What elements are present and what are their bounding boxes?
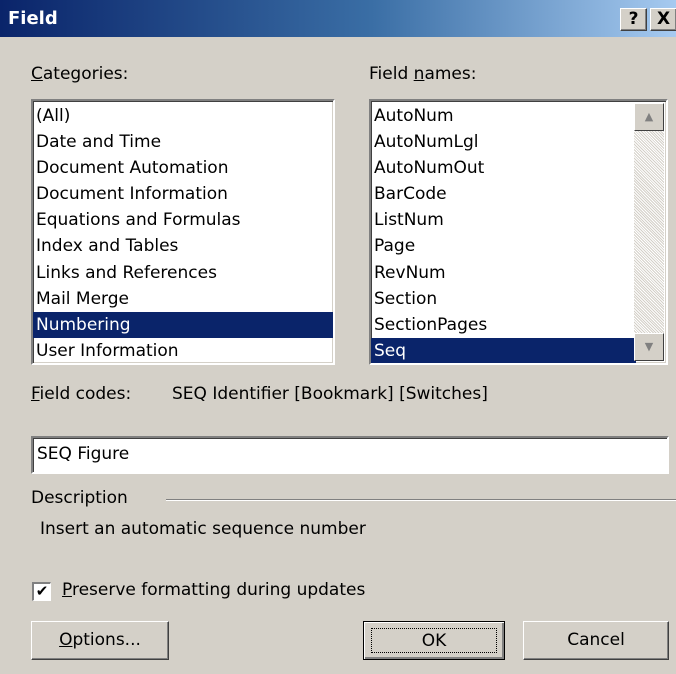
category-item[interactable]: User Information (33, 338, 333, 363)
field-names-label: Field names: (369, 64, 476, 84)
description-label: Description (31, 488, 128, 508)
field-name-item[interactable]: AutoNum (371, 103, 636, 129)
scroll-down-arrow-icon[interactable]: ▼ (634, 333, 664, 361)
field-name-item[interactable]: ListNum (371, 207, 636, 233)
field-name-item[interactable]: SectionPages (371, 312, 636, 338)
options-label-rest: ptions... (72, 630, 141, 650)
ok-focus-rect: OK (371, 628, 497, 653)
cancel-button[interactable]: Cancel (523, 621, 669, 660)
category-item[interactable]: Index and Tables (33, 233, 333, 259)
options-mnemonic: O (59, 630, 73, 650)
field-names-label-suffix: ames: (424, 64, 477, 84)
field-codes-syntax: SEQ Identifier [Bookmark] [Switches] (172, 384, 488, 404)
category-item[interactable]: Date and Time (33, 129, 333, 155)
description-text: Insert an automatic sequence number (40, 519, 366, 539)
categories-label-mnemonic: C (31, 64, 43, 84)
preserve-formatting-label-rest: reserve formatting during updates (71, 580, 366, 600)
category-item[interactable]: Numbering (33, 311, 333, 338)
field-codes-input[interactable]: SEQ Figure (31, 436, 669, 474)
field-name-item[interactable]: Seq (371, 337, 636, 363)
preserve-formatting-mnemonic: P (62, 580, 72, 600)
field-codes-label-rest: ield codes: (39, 384, 132, 404)
field-name-item[interactable]: AutoNumLgl (371, 129, 636, 155)
preserve-formatting-checkbox[interactable]: ✔ (32, 582, 51, 601)
field-names-listbox[interactable]: AutoNum AutoNumLgl AutoNumOut BarCode ListNu… (369, 99, 668, 365)
field-names-label-mnemonic: n (413, 64, 425, 84)
close-button[interactable]: X (650, 8, 676, 31)
field-codes-label: Field codes: (31, 384, 131, 404)
field-name-item[interactable]: Section (371, 286, 636, 312)
categories-label: Categories: (31, 64, 128, 84)
description-divider (166, 499, 676, 501)
category-item[interactable]: Document Information (33, 181, 333, 207)
categories-listbox[interactable]: (All) Date and Time Document Automation Doc… (31, 99, 335, 365)
category-item[interactable]: Document Automation (33, 155, 333, 181)
field-names-label-prefix: Field (369, 64, 414, 84)
field-name-item[interactable]: AutoNumOut (371, 155, 636, 181)
category-item[interactable]: Links and References (33, 260, 333, 286)
field-name-item[interactable]: BarCode (371, 181, 636, 207)
category-item[interactable]: (All) (33, 103, 333, 129)
help-button[interactable]: ? (620, 8, 647, 31)
field-name-item[interactable]: RevNum (371, 260, 636, 286)
field-names-scrollbar[interactable]: ▲ ▼ (634, 103, 664, 361)
categories-label-rest: ategories: (42, 64, 129, 84)
preserve-formatting-label[interactable]: Preserve formatting during updates (62, 580, 365, 600)
field-name-item[interactable]: Page (371, 233, 636, 259)
title-bar: Field ? X (0, 0, 676, 37)
options-button[interactable]: Options... (31, 621, 169, 660)
category-item[interactable]: Equations and Formulas (33, 207, 333, 233)
ok-button[interactable]: OK (363, 621, 505, 660)
window-title: Field (8, 8, 58, 29)
field-codes-label-mnemonic: F (31, 384, 40, 404)
scroll-up-arrow-icon[interactable]: ▲ (634, 103, 664, 131)
category-item[interactable]: Mail Merge (33, 286, 333, 312)
